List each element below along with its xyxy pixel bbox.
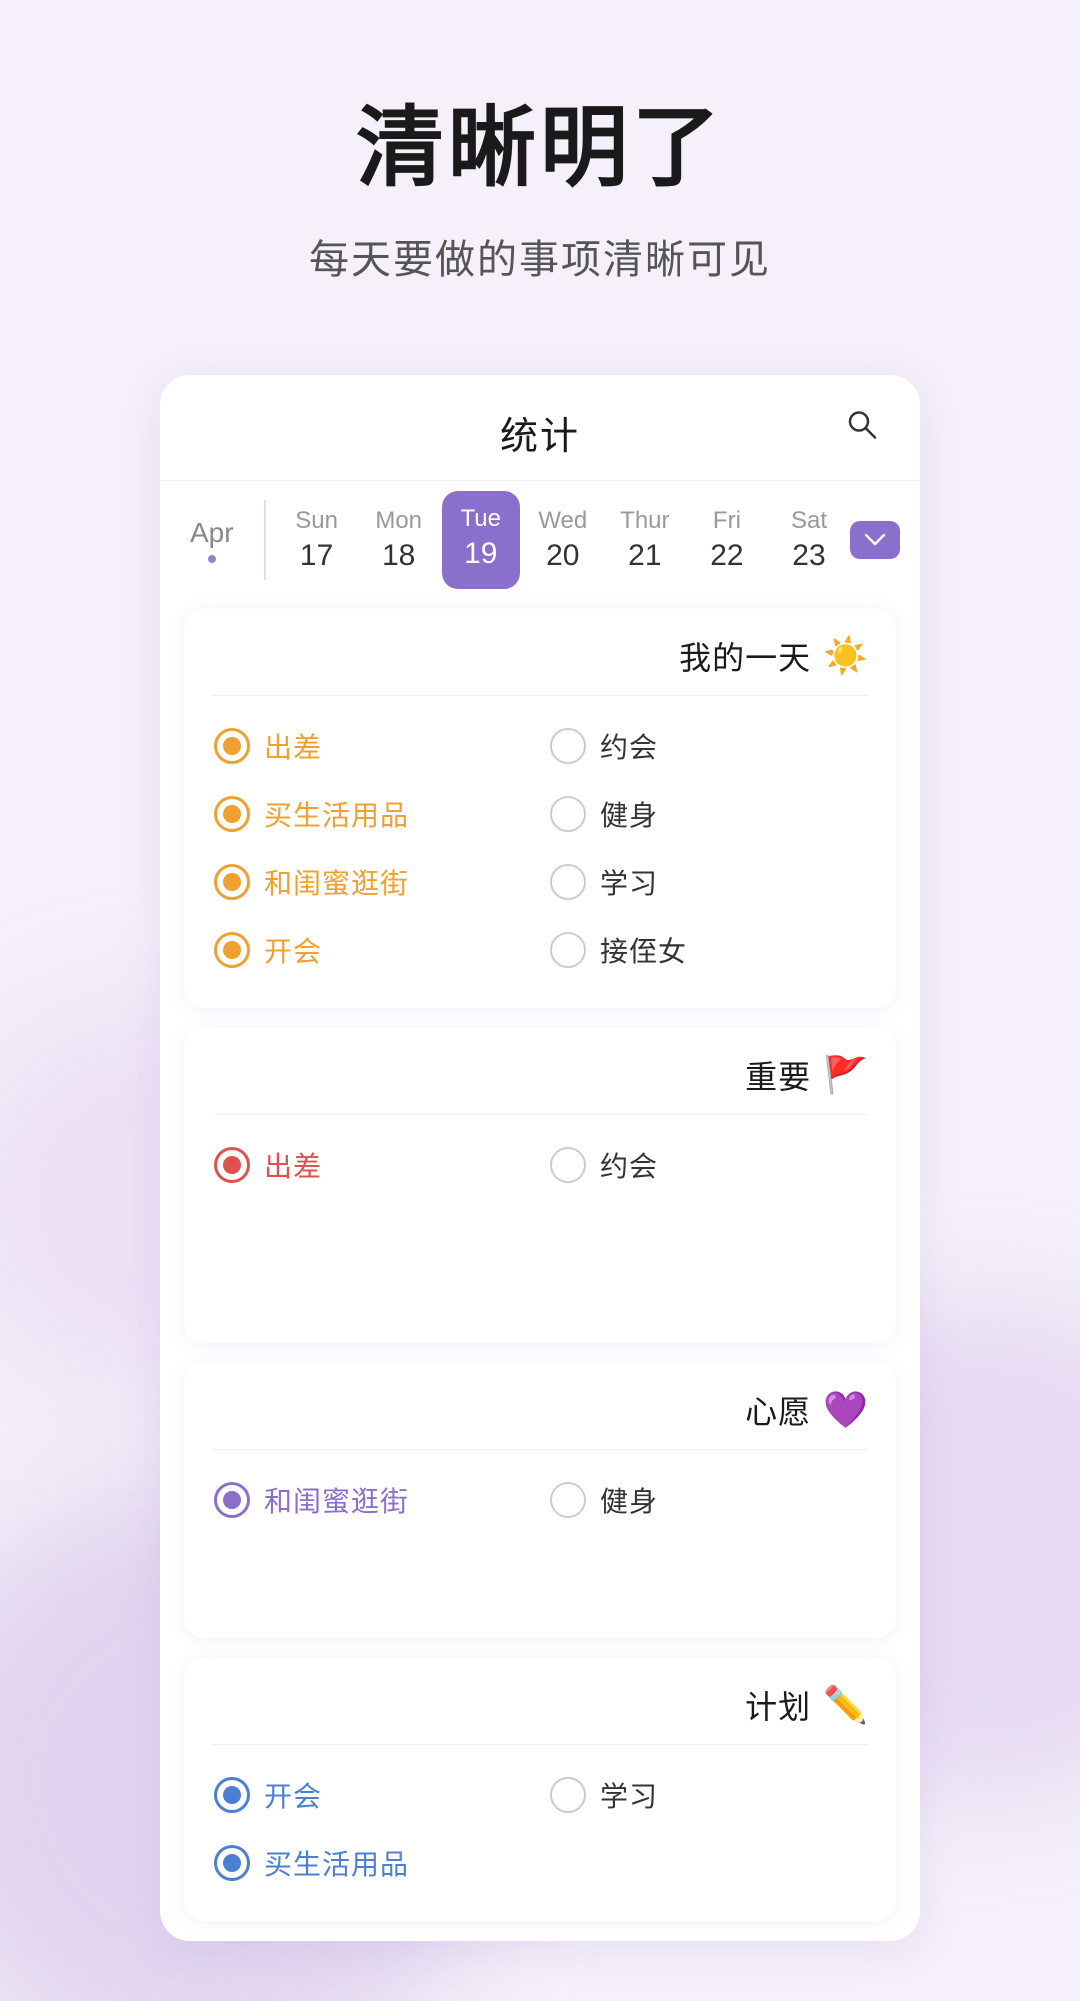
task-jienienv[interactable]: 接侄女 [540,916,876,984]
radio-jienienv[interactable] [550,932,586,968]
plan-header: 计划 ✏️ [184,1658,896,1744]
task-imp-yuehui[interactable]: 约会 [540,1131,876,1199]
section-plan: 计划 ✏️ 开会 学习 买生活用品 [184,1658,896,1921]
day-fri[interactable]: Fri 22 [688,493,766,587]
radio-guimei[interactable] [214,864,250,900]
section-wish: 心愿 💜 和闺蜜逛街 健身 [184,1363,896,1638]
my-day-title: 我的一天 [679,633,811,679]
task-plan-xuexi[interactable]: 学习 [540,1761,876,1829]
task-guimei[interactable]: 和闺蜜逛街 [204,848,540,916]
sun-icon: ☀️ [823,635,868,677]
calendar-strip: Apr Sun 17 Mon 18 Tue 19 Wed [160,480,920,589]
month-label-area: Apr [160,517,254,563]
radio-wish-jianshen[interactable] [550,1482,586,1518]
radio-maishenghuoyongpin[interactable] [214,796,250,832]
plan-tasks: 开会 学习 买生活用品 [184,1745,896,1921]
radio-plan-xuexi[interactable] [550,1777,586,1813]
task-plan-kaihui[interactable]: 开会 [204,1761,540,1829]
task-xuexi[interactable]: 学习 [540,848,876,916]
my-day-header: 我的一天 ☀️ [184,609,896,695]
month-dot [208,555,216,563]
task-wish-jianshen[interactable]: 健身 [540,1466,876,1534]
task-kaihui[interactable]: 开会 [204,916,540,984]
radio-chuchai[interactable] [214,728,250,764]
radio-yuehui[interactable] [550,728,586,764]
section-important: 重要 🚩 出差 约会 [184,1028,896,1343]
radio-imp-yuehui[interactable] [550,1147,586,1183]
important-tasks: 出差 约会 [184,1115,896,1343]
important-header: 重要 🚩 [184,1028,896,1114]
stats-title: 统计 [500,405,580,460]
radio-plan-kaihui[interactable] [214,1777,250,1813]
month-label: Apr [190,517,234,549]
task-wish-guimei[interactable]: 和闺蜜逛街 [204,1466,540,1534]
wish-header: 心愿 💜 [184,1363,896,1449]
header-section: 清晰明了 每天要做的事项清晰可见 [249,0,831,345]
day-mon[interactable]: Mon 18 [360,493,438,587]
important-title: 重要 [745,1052,811,1098]
wish-title: 心愿 [745,1387,811,1433]
task-plan-maishenghuoyongpin[interactable]: 买生活用品 [204,1829,540,1897]
sub-title: 每天要做的事项清晰可见 [309,227,771,285]
task-chuchai[interactable]: 出差 [204,712,540,780]
month-divider [264,500,266,580]
task-jianshen[interactable]: 健身 [540,780,876,848]
wish-tasks: 和闺蜜逛街 健身 [184,1450,896,1638]
main-card: 统计 Apr Sun 17 Mon [160,375,920,1941]
task-imp-chuchai[interactable]: 出差 [204,1131,540,1199]
radio-xuexi[interactable] [550,864,586,900]
radio-imp-chuchai[interactable] [214,1147,250,1183]
task-maishenghuoyongpin[interactable]: 买生活用品 [204,780,540,848]
search-button[interactable] [844,407,880,448]
stats-header: 统计 [160,375,920,480]
my-day-tasks: 出差 约会 买生活用品 健身 和闺蜜逛街 [184,696,896,1008]
radio-jianshen[interactable] [550,796,586,832]
flag-icon: 🚩 [823,1054,868,1096]
task-yuehui[interactable]: 约会 [540,712,876,780]
main-title: 清晰明了 [309,100,771,197]
day-sun[interactable]: Sun 17 [278,493,356,587]
day-sat[interactable]: Sat 23 [770,493,848,587]
radio-wish-guimei[interactable] [214,1482,250,1518]
pen-icon: ✏️ [823,1684,868,1726]
day-wed[interactable]: Wed 20 [524,493,602,587]
day-tue-active[interactable]: Tue 19 [442,491,520,589]
heart-icon: 💜 [823,1389,868,1431]
radio-kaihui[interactable] [214,932,250,968]
radio-plan-maishenghuoyongpin[interactable] [214,1845,250,1881]
calendar-dropdown-button[interactable] [850,521,900,559]
week-days: Sun 17 Mon 18 Tue 19 Wed 20 Thur 21 [276,491,850,589]
plan-title: 计划 [745,1682,811,1728]
day-thur[interactable]: Thur 21 [606,493,684,587]
section-my-day: 我的一天 ☀️ 出差 约会 买生活用品 [184,609,896,1008]
